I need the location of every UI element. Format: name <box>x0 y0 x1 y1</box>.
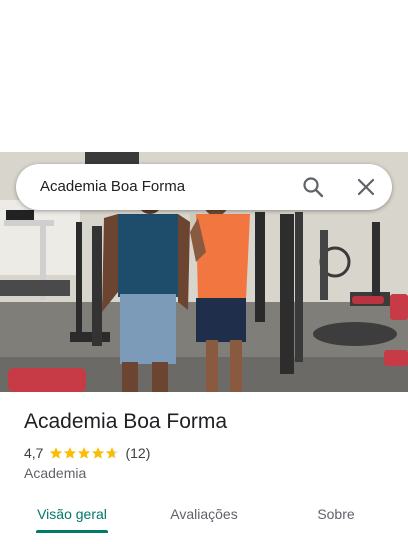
star-icon <box>92 447 105 459</box>
place-category: Academia <box>24 465 87 481</box>
blank-top-area <box>0 0 408 152</box>
review-count[interactable]: (12) <box>125 445 150 461</box>
search-bar[interactable]: Academia Boa Forma <box>16 164 392 210</box>
tab-about[interactable]: Sobre <box>296 496 376 532</box>
star-rating <box>49 446 119 460</box>
active-tab-indicator <box>36 530 108 533</box>
star-icon <box>50 447 63 459</box>
star-icon <box>78 447 91 459</box>
rating-row[interactable]: 4,7 (12) <box>24 444 150 462</box>
tab-overview[interactable]: Visão geral <box>24 496 120 532</box>
search-icon[interactable] <box>302 176 324 198</box>
place-title: Academia Boa Forma <box>24 410 228 433</box>
tab-bar: Visão geral Avaliações Sobre <box>0 496 408 544</box>
search-input[interactable]: Academia Boa Forma <box>40 178 185 195</box>
star-icon <box>64 447 77 459</box>
close-icon[interactable] <box>356 177 376 197</box>
tab-reviews[interactable]: Avaliações <box>146 496 262 532</box>
rating-value: 4,7 <box>24 445 44 461</box>
star-half-icon <box>106 447 119 459</box>
